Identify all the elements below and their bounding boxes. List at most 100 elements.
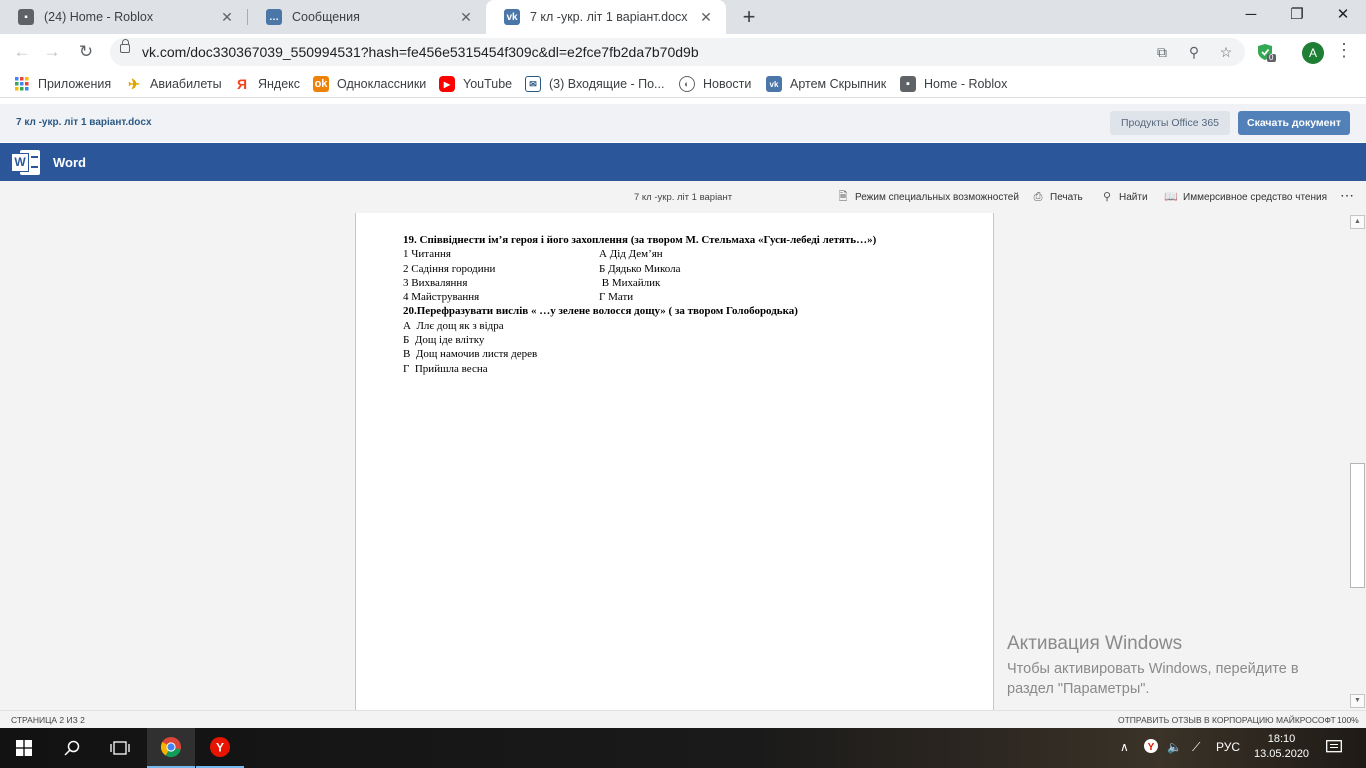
extension-shield-icon[interactable]: 0 (1256, 42, 1276, 62)
tray-overflow-chevron-icon[interactable]: ∧ (1120, 740, 1129, 754)
globe-icon: ◐ (679, 76, 695, 92)
bookmark-news[interactable]: ◐ Новости (679, 76, 751, 92)
chrome-menu-icon[interactable]: ⋮ (1335, 40, 1353, 61)
zoom-level[interactable]: 100% (1337, 715, 1359, 725)
restore-button[interactable]: ❐ (1274, 0, 1320, 30)
q19-left: 4 Майстрування (403, 291, 480, 304)
bookmark-label: Артем Скрыпник (790, 77, 887, 91)
q20-option: В Дощ намочив листя дерев (403, 348, 538, 361)
bookmarks-bar: Приложения ✈ Авиабилеты Я Яндекс ok Одно… (0, 70, 1366, 98)
back-arrow-icon[interactable]: ← (10, 40, 34, 64)
bookmark-inbox[interactable]: ✉ (3) Входящие - По... (525, 76, 664, 92)
find-button[interactable]: ⚲ Найти (1100, 191, 1148, 203)
scrollbar-thumb[interactable] (1350, 463, 1365, 588)
close-tab-icon[interactable]: ✕ (219, 9, 235, 26)
bookmark-label: Яндекс (258, 77, 301, 91)
q20-option: А Ллє дощ як з відра (403, 319, 504, 332)
printer-icon: ⎙ (1033, 191, 1043, 203)
windows-start-icon[interactable] (0, 728, 48, 768)
word-ribbon: 7 кл -укр. літ 1 варіант 🗎 Режим специал… (0, 181, 1366, 213)
immersive-reader-icon: 📖 (1164, 191, 1178, 203)
input-language[interactable]: РУС (1216, 740, 1240, 754)
svg-text:Y: Y (1148, 742, 1155, 753)
lock-icon[interactable] (120, 39, 130, 53)
address-bar[interactable]: vk.com/doc330367039_550994531?hash=fe456… (110, 38, 1245, 66)
chrome-taskbar-icon[interactable] (147, 728, 195, 768)
tab-document[interactable]: vk 7 кл -укр. літ 1 варіант.docx ✕ (486, 0, 726, 34)
q19-left: 3 Вихваляння (403, 276, 468, 289)
accessibility-mode-button[interactable]: 🗎 Режим специальных возможностей (836, 191, 1019, 203)
close-tab-icon[interactable]: ✕ (458, 9, 474, 26)
close-tab-icon[interactable]: ✕ (698, 9, 714, 26)
vk-document-bar: 7 кл -укр. літ 1 варіант.docx Продукты O… (0, 104, 1366, 142)
bookmark-star-icon[interactable]: ☆ (1217, 43, 1235, 61)
system-clock[interactable]: 18:10 13.05.2020 (1254, 732, 1309, 762)
more-options-icon[interactable]: ⋯ (1340, 187, 1354, 204)
tab-messages[interactable]: … Сообщения ✕ (248, 0, 486, 34)
bookmark-label: (3) Входящие - По... (549, 77, 665, 91)
q20-option: Г Прийшла весна (403, 362, 488, 375)
feedback-link[interactable]: ОТПРАВИТЬ ОТЗЫВ В КОРПОРАЦИЮ МАЙКРОСОФТ (1118, 715, 1336, 725)
clock-time: 18:10 (1267, 733, 1296, 745)
clock-date: 13.05.2020 (1254, 748, 1310, 760)
immersive-reader-button[interactable]: 📖 Иммерсивное средство чтения (1164, 191, 1327, 203)
windows-activation-watermark: Активация Windows Чтобы активировать Win… (1007, 633, 1299, 699)
volume-icon[interactable]: 🔈 (1167, 740, 1182, 754)
document-body: 19. Співвіднести ім’я героя і його захоп… (403, 233, 876, 376)
yandex-browser-taskbar-icon[interactable]: Y (196, 728, 244, 768)
yandex-tray-icon[interactable]: Y (1143, 738, 1159, 757)
q19-right: Б Дядько Микола (599, 262, 681, 275)
bookmark-apps[interactable]: Приложения (14, 76, 111, 92)
close-window-button[interactable]: ✕ (1320, 0, 1366, 30)
forward-arrow-icon[interactable]: → (40, 40, 64, 64)
youtube-icon: ▶ (439, 76, 455, 92)
minimize-button[interactable]: ─ (1228, 0, 1274, 30)
mail-icon: ✉ (525, 76, 541, 92)
accessibility-doc-icon: 🗎 (838, 191, 848, 203)
print-button[interactable]: ⎙ Печать (1031, 191, 1083, 203)
task-view-icon[interactable] (96, 728, 144, 768)
word-app-name: Word (53, 155, 86, 170)
new-tab-button[interactable]: + (736, 4, 762, 30)
vk-icon: vk (766, 76, 782, 92)
search-icon[interactable] (48, 728, 96, 768)
document-page[interactable]: 19. Співвіднести ім’я героя і його захоп… (355, 213, 994, 710)
ribbon-label: Режим специальных возможностей (855, 191, 1019, 203)
url-text[interactable]: vk.com/doc330367039_550994531?hash=fe456… (142, 44, 699, 60)
airplane-icon: ✈ (128, 75, 140, 92)
odnoklassniki-icon: ok (313, 76, 329, 92)
bookmark-aviabilety[interactable]: ✈ Авиабилеты (126, 75, 221, 92)
document-title: 7 кл -укр. літ 1 варіант (634, 192, 733, 203)
activation-line1: Чтобы активировать Windows, перейдите в (1007, 661, 1299, 677)
translate-icon[interactable]: ⧉ (1153, 43, 1171, 61)
q19-right: Г Мати (599, 291, 634, 304)
browser-toolbar: ← → ↻ vk.com/doc330367039_550994531?hash… (0, 34, 1366, 70)
scroll-up-arrow-icon[interactable]: ▲ (1350, 215, 1365, 229)
roblox-icon: ▪ (900, 76, 916, 92)
zoom-icon[interactable]: ⚲ (1185, 43, 1203, 61)
bookmark-label: Новости (703, 77, 752, 91)
question-19-title: 19. Співвіднести ім’я героя і його захоп… (403, 234, 877, 246)
activation-line2: раздел "Параметры". (1007, 681, 1150, 697)
tab-roblox[interactable]: ▪ (24) Home - Roblox ✕ (0, 0, 247, 34)
notifications-icon[interactable] (1326, 740, 1342, 757)
scroll-down-arrow-icon[interactable]: ▼ (1350, 694, 1365, 708)
search-icon: ⚲ (1102, 191, 1112, 203)
profile-avatar[interactable]: A (1302, 42, 1324, 64)
tab-title: Сообщения (292, 10, 360, 24)
network-icon[interactable]: ⟋ (1192, 740, 1200, 755)
activation-title: Активация Windows (1007, 633, 1183, 654)
bookmark-label: Приложения (38, 77, 112, 91)
bookmark-roblox[interactable]: ▪ Home - Roblox (900, 76, 1007, 92)
bookmark-odnoklassniki[interactable]: ok Одноклассники (313, 76, 426, 92)
browser-tabstrip: ▪ (24) Home - Roblox ✕ … Сообщения ✕ vk … (0, 0, 1366, 34)
reload-icon[interactable]: ↻ (74, 40, 98, 64)
vertical-scrollbar[interactable]: ▲ ▼ (1349, 213, 1366, 710)
tab-title: 7 кл -укр. літ 1 варіант.docx (530, 10, 688, 24)
download-document-button[interactable]: Скачать документ (1238, 111, 1350, 135)
word-header: W Word (0, 143, 1366, 181)
bookmark-yandex[interactable]: Я Яндекс (234, 76, 300, 92)
bookmark-youtube[interactable]: ▶ YouTube (439, 76, 512, 92)
office365-button[interactable]: Продукты Office 365 (1110, 111, 1230, 135)
bookmark-artem[interactable]: vk Артем Скрыпник (766, 76, 886, 92)
